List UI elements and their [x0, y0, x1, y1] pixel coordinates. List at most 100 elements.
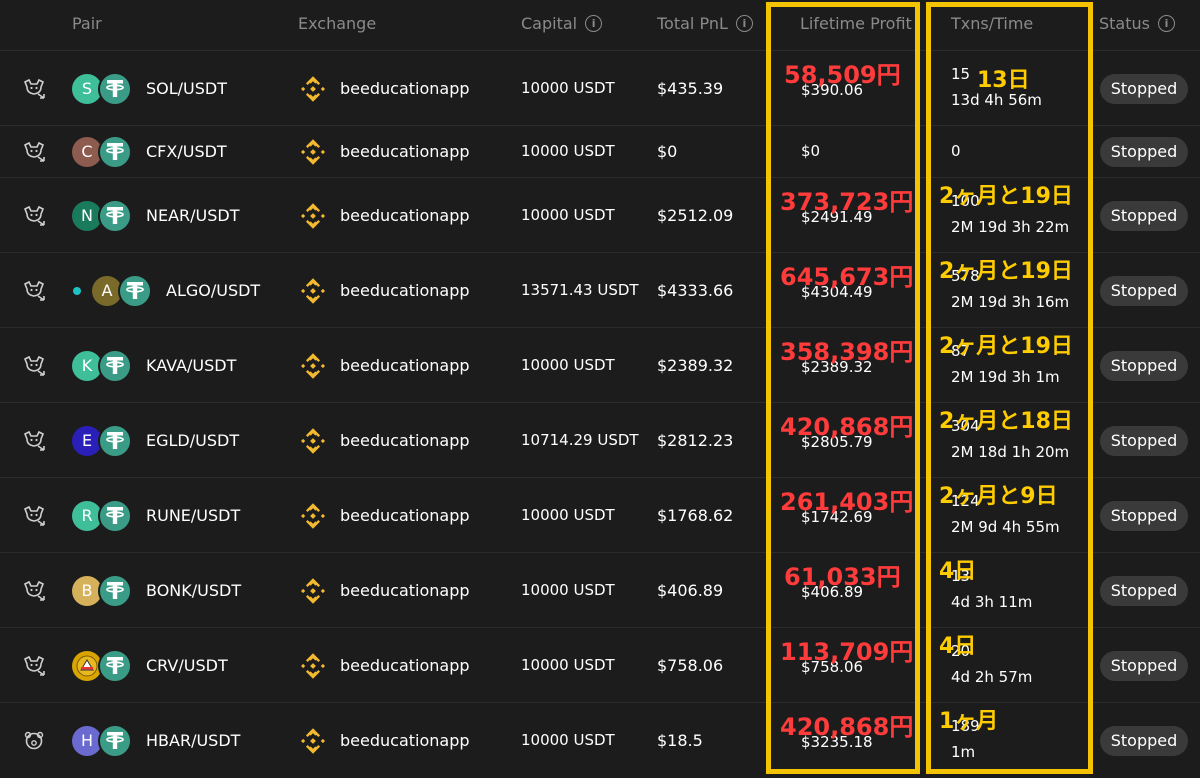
pair-label[interactable]: EGLD/USDT — [146, 431, 239, 450]
binance-logo-icon — [298, 501, 328, 531]
coin-letter: C — [81, 142, 93, 161]
info-icon[interactable]: i — [735, 15, 753, 32]
capital-value: 10000 USDT — [521, 580, 615, 599]
binance-logo-icon — [298, 137, 328, 167]
bull-bear-icon — [22, 580, 48, 602]
exchange-name: beeducationapp — [340, 505, 470, 525]
capital-value: 10000 USDT — [521, 730, 615, 749]
bull-bear-icon — [22, 505, 48, 527]
pair-label[interactable]: CRV/USDT — [146, 656, 228, 675]
binance-logo-icon — [298, 74, 328, 104]
capital-value: 10000 USDT — [521, 655, 615, 674]
active-indicator-dot — [73, 286, 81, 295]
bull-bear-icon — [22, 205, 48, 227]
bear-icon — [22, 730, 48, 752]
coin-letter: N — [81, 205, 93, 225]
pair-label[interactable]: CFX/USDT — [146, 142, 227, 161]
exchange-name: beeducationapp — [340, 142, 470, 161]
capital-value: 10000 USDT — [521, 142, 615, 160]
total-pnl-value: $4333.66 — [657, 280, 734, 300]
total-pnl-value: $406.89 — [657, 580, 724, 600]
bull-bear-icon — [22, 430, 48, 452]
tether-icon — [98, 498, 132, 533]
capital-value: 10000 USDT — [521, 505, 615, 524]
coin-letter: S — [81, 78, 93, 98]
bull-bear-icon — [22, 141, 48, 163]
status-badge[interactable]: Stopped — [1100, 73, 1188, 104]
column-header-pair: Pair — [72, 14, 102, 33]
status-badge[interactable]: Stopped — [1100, 275, 1188, 306]
exchange-name: beeducationapp — [340, 280, 470, 300]
tether-icon — [98, 198, 132, 233]
column-header-capital: Capital i — [521, 14, 603, 33]
info-icon[interactable]: i — [1157, 15, 1175, 32]
capital-value: 10000 USDT — [521, 205, 615, 224]
status-badge[interactable]: Stopped — [1100, 200, 1188, 231]
column-header-exchange: Exchange — [298, 14, 377, 33]
capital-value: 10000 USDT — [521, 78, 615, 97]
pair-label[interactable]: NEAR/USDT — [146, 206, 240, 225]
capital-value: 10000 USDT — [521, 355, 615, 374]
binance-logo-icon — [298, 426, 328, 456]
tether-icon — [98, 348, 132, 383]
status-badge[interactable]: Stopped — [1100, 650, 1188, 681]
tether-icon — [98, 135, 132, 169]
coin-letter: A — [101, 280, 113, 300]
pair-label[interactable]: KAVA/USDT — [146, 356, 236, 375]
coin-letter: K — [81, 355, 93, 375]
coin-letter: E — [81, 430, 93, 450]
total-pnl-value: $0 — [657, 142, 678, 161]
column-header-status: Status i — [1099, 14, 1175, 33]
total-pnl-value: $2812.23 — [657, 430, 734, 450]
status-badge[interactable]: Stopped — [1100, 137, 1188, 167]
status-badge[interactable]: Stopped — [1100, 350, 1188, 381]
total-pnl-value: $2389.32 — [657, 355, 734, 375]
txns-time-highlight-box — [926, 2, 1093, 774]
total-pnl-value: $2512.09 — [657, 205, 734, 225]
binance-logo-icon — [298, 351, 328, 381]
bull-bear-icon — [22, 280, 48, 302]
bull-bear-icon — [22, 355, 48, 377]
pair-label[interactable]: BONK/USDT — [146, 581, 241, 600]
status-badge[interactable]: Stopped — [1100, 725, 1188, 756]
binance-logo-icon — [298, 726, 328, 756]
exchange-name: beeducationapp — [340, 655, 470, 675]
tether-icon — [98, 648, 132, 683]
lifetime-profit-highlight-box — [766, 2, 920, 774]
total-pnl-value: $435.39 — [657, 78, 724, 98]
total-pnl-value: $18.5 — [657, 730, 703, 750]
binance-logo-icon — [298, 651, 328, 681]
capital-value: 13571.43 USDT — [521, 280, 639, 299]
bull-bear-icon — [22, 655, 48, 677]
coin-letter: R — [81, 505, 93, 525]
info-icon[interactable]: i — [585, 15, 603, 32]
exchange-name: beeducationapp — [340, 580, 470, 600]
total-pnl-value: $758.06 — [657, 655, 724, 675]
pair-label[interactable]: ALGO/USDT — [166, 281, 260, 300]
coin-letter: B — [81, 580, 93, 600]
exchange-name: beeducationapp — [340, 78, 470, 98]
binance-logo-icon — [298, 576, 328, 606]
capital-value: 10714.29 USDT — [521, 430, 639, 449]
exchange-name: beeducationapp — [340, 355, 470, 375]
tether-icon — [118, 273, 152, 308]
tether-icon — [98, 71, 132, 106]
binance-logo-icon — [298, 276, 328, 306]
coin-letter: H — [80, 730, 94, 750]
binance-logo-icon — [298, 201, 328, 231]
bull-bear-icon — [22, 78, 48, 100]
pair-label[interactable]: SOL/USDT — [146, 79, 227, 98]
pair-label[interactable]: HBAR/USDT — [146, 731, 240, 750]
total-pnl-value: $1768.62 — [657, 505, 734, 525]
status-badge[interactable]: Stopped — [1100, 500, 1188, 531]
column-header-total-pnl: Total PnL i — [657, 14, 753, 33]
pair-label[interactable]: RUNE/USDT — [146, 506, 240, 525]
tether-icon — [98, 723, 132, 758]
status-badge[interactable]: Stopped — [1100, 425, 1188, 456]
tether-icon — [98, 423, 132, 458]
exchange-name: beeducationapp — [340, 205, 470, 225]
exchange-name: beeducationapp — [340, 730, 470, 750]
status-badge[interactable]: Stopped — [1100, 575, 1188, 606]
exchange-name: beeducationapp — [340, 430, 470, 450]
tether-icon — [98, 573, 132, 608]
